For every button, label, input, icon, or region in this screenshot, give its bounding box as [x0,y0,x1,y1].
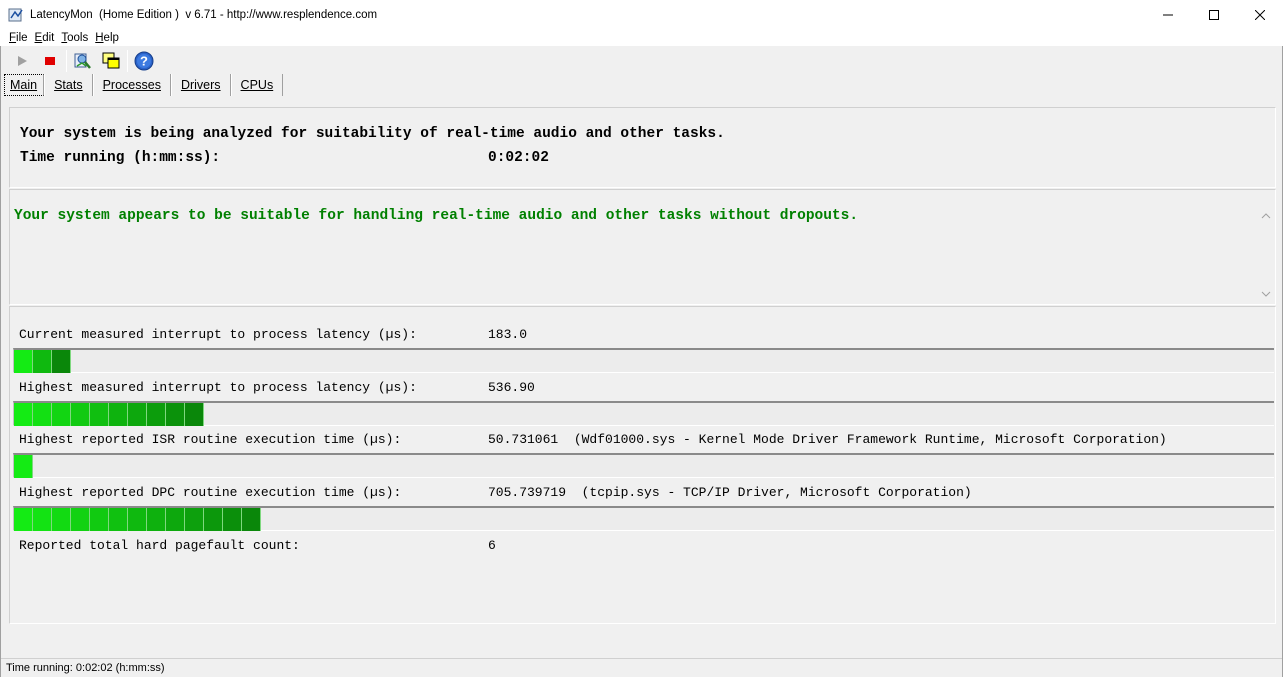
dpc-time-bar [13,506,1274,531]
highest-latency-label: Highest measured interrupt to process la… [19,380,417,395]
current-latency-label: Current measured interrupt to process la… [19,327,417,342]
bar-segment [52,403,71,426]
help-icon: ? [134,51,153,71]
dpc-driver-detail: (tcpip.sys - TCP/IP Driver, Microsoft Co… [581,485,972,500]
menu-help[interactable]: Help [92,32,122,44]
bar-segment [128,508,147,531]
bar-segment [204,508,223,531]
help-button[interactable]: ? [132,50,155,72]
bar-segment [33,403,52,426]
minimize-icon [1163,14,1173,15]
time-running-value: 0:02:02 [488,150,549,166]
bar-segment [14,508,33,531]
maximize-button[interactable] [1191,0,1237,29]
stop-icon [44,57,55,65]
tab-cpus[interactable]: CPUs [230,74,284,96]
analyze-button[interactable] [71,50,94,72]
isr-driver-detail: (Wdf01000.sys - Kernel Mode Driver Frame… [573,432,1167,447]
isr-time-bar [13,453,1274,478]
window-title: LatencyMon (Home Edition ) v 6.71 - http… [30,8,378,21]
status-text: Time running: 0:02:02 (h:mm:ss) [6,662,165,674]
menu-file[interactable]: File [6,32,31,44]
analysis-status-text: Your system is being analyzed for suitab… [20,126,725,142]
bar-segment [147,403,166,426]
verdict-message: Your system appears to be suitable for h… [14,208,859,224]
bar-segment [128,403,147,426]
tab-main[interactable]: Main [4,74,45,96]
bar-segment [166,403,185,426]
summary-panel: Your system is being analyzed for suitab… [9,107,1276,188]
maximize-icon [1209,9,1219,20]
bar-segment [52,350,71,373]
menu-tools[interactable]: Tools [58,32,91,44]
verdict-scrollbar[interactable] [1258,206,1274,304]
play-icon [17,56,27,66]
bar-segment [147,508,166,531]
bar-segment [90,508,109,531]
menu-bar: File Edit Tools Help [0,29,1283,46]
pagefault-value: 6 [488,538,496,553]
bar-segment [14,403,33,426]
highest-latency-value: 536.90 [488,380,535,395]
tab-processes[interactable]: Processes [92,74,171,96]
pagefault-label: Reported total hard pagefault count: [19,538,300,553]
windows-button[interactable] [99,50,122,72]
verdict-panel: Your system appears to be suitable for h… [9,189,1276,305]
bar-segment [109,403,128,426]
start-button[interactable] [10,50,33,72]
close-icon [1255,9,1265,20]
time-running-label: Time running (h:mm:ss): [20,150,221,166]
status-bar: Time running: 0:02:02 (h:mm:ss) [1,658,1282,677]
isr-time-value: 50.731061 (Wdf01000.sys - Kernel Mode Dr… [488,432,1167,447]
bar-segment [33,350,52,373]
bar-segment [185,508,204,531]
toolbar-separator [127,50,128,72]
bar-segment [185,403,204,426]
dpc-time-number: 705.739719 [488,485,567,500]
bar-segment [71,508,90,531]
dpc-time-label: Highest reported DPC routine execution t… [19,485,402,500]
bar-segment [109,508,128,531]
tab-stats[interactable]: Stats [44,74,93,96]
dpc-time-value: 705.739719 (tcpip.sys - TCP/IP Driver, M… [488,485,972,500]
bar-segment [33,508,52,531]
analyze-icon [74,53,91,69]
toolbar-separator [66,50,67,72]
bar-segment [14,350,33,373]
client-area: ? Main Stats Processes Drivers CPUs Your… [0,46,1283,677]
windows-icon [102,52,119,69]
scrollbar-arrows-icon [1261,213,1271,297]
close-button[interactable] [1237,0,1283,29]
bar-segment [223,508,242,531]
tab-drivers[interactable]: Drivers [170,74,231,96]
isr-time-number: 50.731061 [488,432,559,447]
stop-button[interactable] [38,50,61,72]
bar-segment [90,403,109,426]
isr-time-label: Highest reported ISR routine execution t… [19,432,402,447]
bar-segment [71,403,90,426]
minimize-button[interactable] [1145,0,1191,29]
bar-segment [52,508,71,531]
tab-strip: Main Stats Processes Drivers CPUs [4,73,284,97]
bar-segment [14,455,33,478]
bar-segment [242,508,261,531]
title-bar: LatencyMon (Home Edition ) v 6.71 - http… [0,0,1283,29]
metrics-panel: Current measured interrupt to process la… [9,306,1276,624]
current-latency-bar [13,348,1274,373]
highest-latency-bar [13,401,1274,426]
toolbar: ? [10,49,160,73]
app-icon[interactable] [8,7,24,23]
current-latency-value: 183.0 [488,327,528,342]
menu-edit[interactable]: Edit [32,32,58,44]
svg-text:?: ? [140,54,148,69]
bar-segment [166,508,185,531]
